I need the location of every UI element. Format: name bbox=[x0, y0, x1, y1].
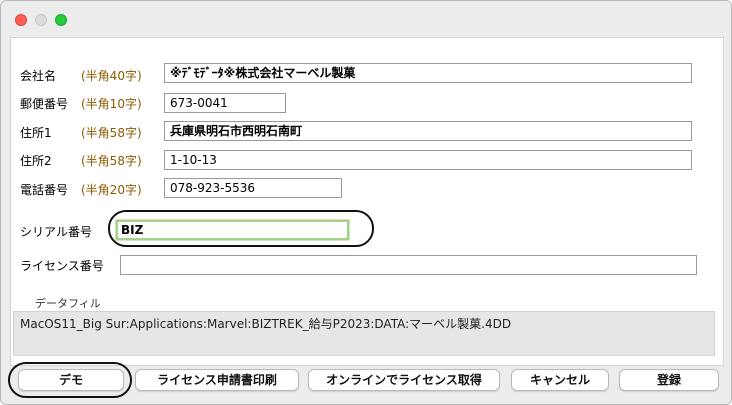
address1-field[interactable]: 兵庫県明石市西明石南町 bbox=[164, 121, 692, 141]
company-field[interactable]: ※ﾃﾞﾓﾃﾞｰﾀ※株式会社マーベル製菓 bbox=[164, 63, 692, 83]
datafile-path: MacOS11_Big Sur:Applications:Marvel:BIZT… bbox=[13, 311, 715, 356]
postal-hint: (半角10字) bbox=[81, 97, 142, 111]
phone-label: 電話番号 bbox=[20, 183, 69, 197]
serial-label: シリアル番号 bbox=[20, 225, 93, 239]
address2-hint: (半角58字) bbox=[81, 154, 142, 168]
postal-field[interactable]: 673-0041 bbox=[164, 93, 286, 113]
close-icon[interactable] bbox=[15, 14, 27, 26]
license-label: ライセンス番号 bbox=[20, 259, 104, 273]
company-label: 会社名 bbox=[20, 69, 57, 83]
minimize-icon[interactable] bbox=[35, 14, 47, 26]
address1-label: 住所1 bbox=[20, 126, 52, 140]
license-field[interactable] bbox=[120, 255, 697, 275]
postal-label: 郵便番号 bbox=[20, 97, 69, 111]
address1-hint: (半角58字) bbox=[81, 126, 142, 140]
phone-field[interactable]: 078-923-5536 bbox=[164, 178, 342, 198]
serial-highlight-ring bbox=[108, 210, 374, 247]
register-button[interactable]: 登録 bbox=[619, 369, 719, 391]
datafile-label: データフィル bbox=[35, 297, 101, 310]
registration-form: 会社名 (半角40字) ※ﾃﾞﾓﾃﾞｰﾀ※株式会社マーベル製菓 郵便番号 (半角… bbox=[10, 37, 724, 366]
online-license-button[interactable]: オンラインでライセンス取得 bbox=[308, 369, 500, 391]
cancel-button[interactable]: キャンセル bbox=[511, 369, 609, 391]
phone-hint: (半角20字) bbox=[81, 183, 142, 197]
demo-highlight-ring bbox=[8, 362, 132, 398]
license-dialog-window: 会社名 (半角40字) ※ﾃﾞﾓﾃﾞｰﾀ※株式会社マーベル製菓 郵便番号 (半角… bbox=[0, 0, 732, 405]
zoom-icon[interactable] bbox=[55, 14, 67, 26]
company-hint: (半角40字) bbox=[81, 69, 142, 83]
address2-label: 住所2 bbox=[20, 154, 52, 168]
address2-field[interactable]: 1-10-13 bbox=[164, 150, 692, 170]
title-bar bbox=[1, 1, 731, 37]
print-application-button[interactable]: ライセンス申請書印刷 bbox=[135, 369, 299, 391]
